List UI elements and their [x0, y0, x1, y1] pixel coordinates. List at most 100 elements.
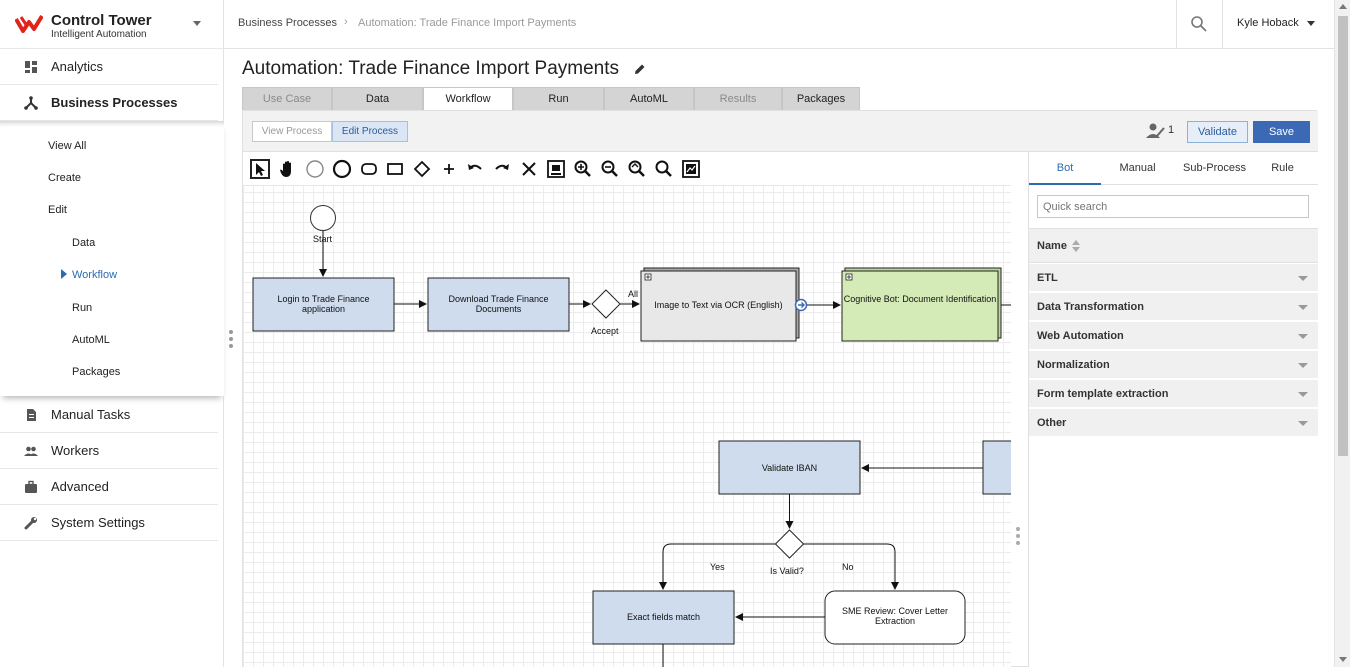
palette-category-other[interactable]: Other [1029, 409, 1318, 437]
scrollbar-thumb[interactable] [1338, 16, 1348, 456]
palette-category-etl[interactable]: ETL [1029, 264, 1318, 292]
submenu-packages[interactable]: Packages [72, 366, 120, 378]
chevron-down-icon[interactable] [193, 21, 201, 26]
wrench-icon [24, 517, 37, 530]
fit-icon[interactable] [546, 159, 566, 179]
rounded-task-icon[interactable] [359, 159, 379, 179]
sort-icon[interactable] [1072, 240, 1080, 252]
palette-category-web-automation[interactable]: Web Automation [1029, 322, 1318, 350]
workflow-diagram[interactable]: Start Login to Trade Finance application… [243, 186, 1011, 667]
validate-button[interactable]: Validate [1187, 121, 1248, 143]
palette-category-normalization[interactable]: Normalization [1029, 351, 1318, 379]
user-edit-icon [1146, 123, 1165, 138]
palette-tab-bot[interactable]: Bot [1029, 152, 1101, 185]
zoom-icon[interactable] [654, 159, 674, 179]
task-login[interactable]: Login to Trade Finance application [252, 277, 395, 332]
flow-label-yes: Yes [710, 562, 725, 572]
user-menu[interactable]: Kyle Hoback [1237, 17, 1299, 29]
search-icon[interactable] [1190, 15, 1208, 33]
pointer-icon[interactable] [250, 159, 270, 179]
tab-results[interactable]: Results [694, 87, 782, 111]
quick-search-input[interactable] [1037, 195, 1309, 218]
palette-category-data-transformation[interactable]: Data Transformation [1029, 293, 1318, 321]
sidebar-item-analytics[interactable]: Analytics [0, 49, 218, 85]
sidebar-item-workers[interactable]: Workers [0, 433, 218, 469]
gateway-is-valid[interactable]: Is Valid? [770, 529, 805, 576]
app-root: Control Tower Intelligent Automation Ana… [0, 0, 1350, 667]
process-toolbar: View Process Edit Process 1 Validate Sav… [243, 111, 1318, 152]
breadcrumb-business-processes[interactable]: Business Processes [238, 17, 337, 29]
header-divider [1222, 0, 1223, 48]
task-login-label-line2: application [302, 304, 345, 314]
briefcase-icon [25, 480, 37, 493]
task-sme-review-label-line2: Extraction [875, 616, 915, 626]
export-image-icon[interactable] [681, 159, 701, 179]
sidebar-item-advanced[interactable]: Advanced [0, 469, 218, 505]
hand-icon[interactable] [278, 159, 298, 179]
task-download-label-line2: Documents [476, 304, 522, 314]
scroll-up-icon[interactable] [1339, 4, 1347, 9]
palette-resize-handle[interactable] [1016, 527, 1020, 545]
add-icon[interactable] [439, 159, 459, 179]
palette-tab-rule[interactable]: Rule [1255, 152, 1310, 185]
zoom-reset-icon[interactable] [627, 159, 647, 179]
end-event-icon[interactable] [332, 159, 352, 179]
submenu-view-all[interactable]: View All [48, 140, 86, 152]
redo-icon[interactable] [492, 159, 512, 179]
sidebar-resize-handle[interactable] [229, 330, 233, 348]
delete-icon[interactable] [519, 159, 539, 179]
palette-tab-manual[interactable]: Manual [1101, 152, 1174, 185]
edit-process-button[interactable]: Edit Process [332, 121, 408, 142]
tab-automl[interactable]: AutoML [604, 87, 694, 111]
palette-column-header[interactable]: Name [1029, 228, 1318, 263]
flow-label-all: All [628, 289, 638, 299]
task-icon[interactable] [385, 159, 405, 179]
category-label: Web Automation [1037, 330, 1124, 342]
process-icon [24, 96, 38, 110]
tab-workflow[interactable]: Workflow [423, 87, 513, 111]
submenu-workflow[interactable]: Workflow [72, 269, 117, 281]
collaborators-indicator[interactable]: 1 [1146, 122, 1180, 140]
header-divider [1176, 0, 1177, 48]
task-offscreen[interactable] [982, 440, 1011, 495]
page-scrollbar[interactable] [1334, 0, 1350, 667]
submenu-automl[interactable]: AutoML [72, 334, 110, 346]
category-label: Other [1037, 417, 1067, 429]
view-process-button[interactable]: View Process [252, 121, 332, 142]
submenu-edit[interactable]: Edit [48, 204, 67, 216]
diagram-canvas-area[interactable]: Start Login to Trade Finance application… [243, 152, 1011, 667]
task-validate-iban[interactable]: Validate IBAN [718, 440, 861, 495]
tab-data[interactable]: Data [332, 87, 423, 111]
submenu-data[interactable]: Data [72, 237, 95, 249]
submenu-create[interactable]: Create [48, 172, 81, 184]
task-sme-review[interactable]: SME Review: Cover Letter Extraction [824, 590, 966, 645]
gateway-accept[interactable]: Accept [591, 289, 621, 336]
zoom-out-icon[interactable] [600, 159, 620, 179]
task-exact-fields-match[interactable]: Exact fields match [592, 590, 735, 645]
sidebar-item-manual-tasks[interactable]: Manual Tasks [0, 397, 218, 433]
chevron-down-icon[interactable] [1307, 21, 1315, 26]
gateway-icon[interactable] [412, 159, 432, 179]
scroll-down-icon[interactable] [1339, 657, 1347, 662]
column-header-name: Name [1037, 240, 1067, 252]
tab-packages[interactable]: Packages [782, 87, 860, 111]
undo-icon[interactable] [465, 159, 485, 179]
zoom-in-icon[interactable] [573, 159, 593, 179]
edit-pencil-icon[interactable] [634, 63, 646, 75]
start-event-icon[interactable] [305, 159, 325, 179]
palette-category-form-template-extraction[interactable]: Form template extraction [1029, 380, 1318, 408]
breadcrumb-current: Automation: Trade Finance Import Payment… [358, 17, 577, 29]
chevron-down-icon [1298, 392, 1308, 397]
task-ocr[interactable]: Image to Text via OCR (English) [640, 267, 808, 342]
sidebar-item-system-settings[interactable]: System Settings [0, 505, 218, 541]
submenu-run[interactable]: Run [72, 302, 92, 314]
brand-logo-icon [15, 14, 43, 33]
task-download[interactable]: Download Trade Finance Documents [427, 277, 570, 332]
brand-header[interactable]: Control Tower Intelligent Automation [0, 0, 224, 49]
tab-use-case[interactable]: Use Case [242, 87, 332, 111]
save-button[interactable]: Save [1253, 121, 1310, 143]
task-cognitive-bot[interactable]: Cognitive Bot: Document Identification [841, 267, 1002, 342]
tab-run[interactable]: Run [513, 87, 604, 111]
palette-tab-sub-process[interactable]: Sub-Process [1174, 152, 1255, 185]
sidebar-item-business-processes[interactable]: Business Processes [0, 85, 218, 121]
